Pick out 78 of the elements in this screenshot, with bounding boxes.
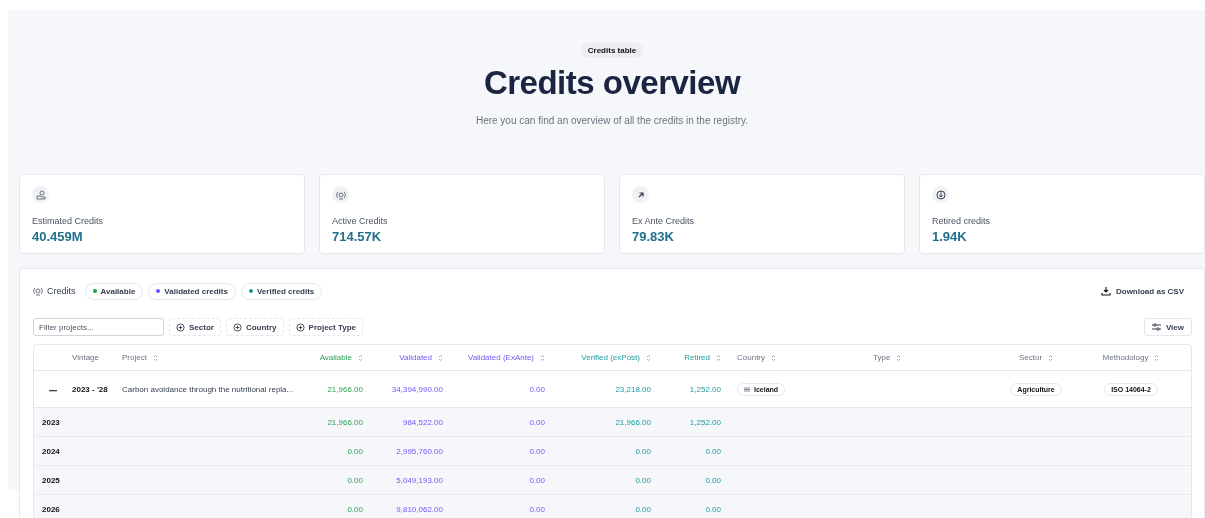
column-header[interactable]: Retired xyxy=(684,353,721,362)
page-subtitle: Here you can find an overview of all the credits in the registry. xyxy=(475,115,749,126)
table-cell-text: 0.00 xyxy=(634,504,652,514)
sort-icon[interactable] xyxy=(1154,353,1160,362)
view-button[interactable]: View xyxy=(1143,318,1192,336)
column-header: Vintage xyxy=(72,353,99,362)
sort-icon[interactable] xyxy=(771,353,776,362)
table-cell-text: 0.00 xyxy=(634,446,652,456)
table-cell-text: 0.00 xyxy=(346,446,364,456)
vintage-cell-text: 2025 xyxy=(41,475,61,485)
table-cell-text: 0.00 xyxy=(346,475,364,485)
table-cell-text: 1,252.00 xyxy=(688,417,722,427)
column-header[interactable]: Sector xyxy=(1018,353,1054,362)
column-header[interactable]: Type xyxy=(873,353,902,362)
table-cell-text: 0.00 xyxy=(528,446,546,456)
table-cell-text: 21,966.00 xyxy=(614,417,652,427)
column-header[interactable]: Validated xyxy=(399,353,443,362)
signal-icon xyxy=(335,189,346,200)
sort-icon[interactable] xyxy=(646,353,651,362)
stat-value: 1.94K xyxy=(932,229,968,244)
sort-icon[interactable] xyxy=(896,353,902,362)
table-cell-text: 9,810,062.00 xyxy=(395,504,444,514)
download-icon xyxy=(1101,286,1111,296)
credits-icon xyxy=(33,286,43,296)
table-cell-text: 21,966.00 xyxy=(326,384,364,394)
stat-value: 714.57K xyxy=(332,229,383,244)
vintage-cell-text: 2026 xyxy=(41,504,61,514)
table-cell-text: 0.00 xyxy=(528,475,546,485)
table-cell-text: 984,522.00 xyxy=(401,417,444,427)
column-header[interactable]: Verified (exPost) xyxy=(581,353,651,362)
plus-circle-icon xyxy=(176,322,185,332)
section-title: Credits xyxy=(47,286,76,296)
column-header[interactable]: Validated (ExAnte) xyxy=(467,353,545,362)
stat-label: Retired credits xyxy=(932,216,992,226)
filter-button[interactable]: Sector xyxy=(169,318,221,336)
table-cell-text: 0.00 xyxy=(528,384,546,394)
table-cell-text: 0.00 xyxy=(704,504,722,514)
table-cell-text: 0.00 xyxy=(346,504,364,514)
table-cell-text: 0.00 xyxy=(704,446,722,456)
sort-icon[interactable] xyxy=(1048,353,1054,362)
table-cell-text: 0.00 xyxy=(704,475,722,485)
table-cell-text: 1,252.00 xyxy=(688,384,722,394)
page-title: Credits overview xyxy=(483,63,741,103)
sort-icon[interactable] xyxy=(358,353,363,362)
vintage-cell-text: 2024 xyxy=(41,446,61,456)
table-cell-text: 34,394,990.00 xyxy=(390,384,444,394)
filter-field[interactable]: Filter projects... xyxy=(33,318,164,336)
sort-icon[interactable] xyxy=(716,353,721,362)
project-link[interactable]: Carbon avoidance through the nutritional repla... xyxy=(114,384,301,394)
sort-icon[interactable] xyxy=(152,353,158,362)
stat-label: Estimated Credits xyxy=(32,216,105,226)
sort-icon[interactable] xyxy=(438,353,443,362)
arrow-down-circle-icon xyxy=(935,189,946,200)
table-cell-text: 5,049,193.00 xyxy=(395,475,444,485)
vintage-cell-text: 2023 xyxy=(41,417,61,427)
table-cell-text: 21,966.00 xyxy=(326,417,364,427)
plus-circle-icon xyxy=(295,322,305,332)
table-cell-text: 0.00 xyxy=(528,417,546,427)
page-badge: Credits table xyxy=(580,43,644,58)
table-cell-text: 2,995,760.00 xyxy=(395,446,444,456)
vintage-cell-text: 2023 - '28 xyxy=(71,384,109,394)
sort-icon[interactable] xyxy=(540,353,545,362)
table-cell-text: 23,218.00 xyxy=(614,384,652,394)
stat-label: Active Credits xyxy=(332,216,389,226)
plus-circle-icon xyxy=(232,322,242,332)
column-header[interactable]: Project xyxy=(122,353,158,362)
filter-button[interactable]: Country xyxy=(225,318,284,336)
column-header[interactable]: Country xyxy=(737,353,776,362)
sliders-icon xyxy=(1151,323,1161,331)
stat-value: 40.459M xyxy=(32,229,84,244)
filter-button[interactable]: Project Type xyxy=(288,318,363,336)
stat-value: 79.83K xyxy=(632,229,675,244)
download-button[interactable]: Download as CSV xyxy=(1101,286,1192,296)
table-cell-text: 0.00 xyxy=(528,504,546,514)
table-cell-text: 0.00 xyxy=(634,475,652,485)
column-header[interactable]: Available xyxy=(319,353,363,362)
stat-label: Ex Ante Credits xyxy=(632,216,696,226)
column-header[interactable]: Methodology xyxy=(1102,353,1160,362)
